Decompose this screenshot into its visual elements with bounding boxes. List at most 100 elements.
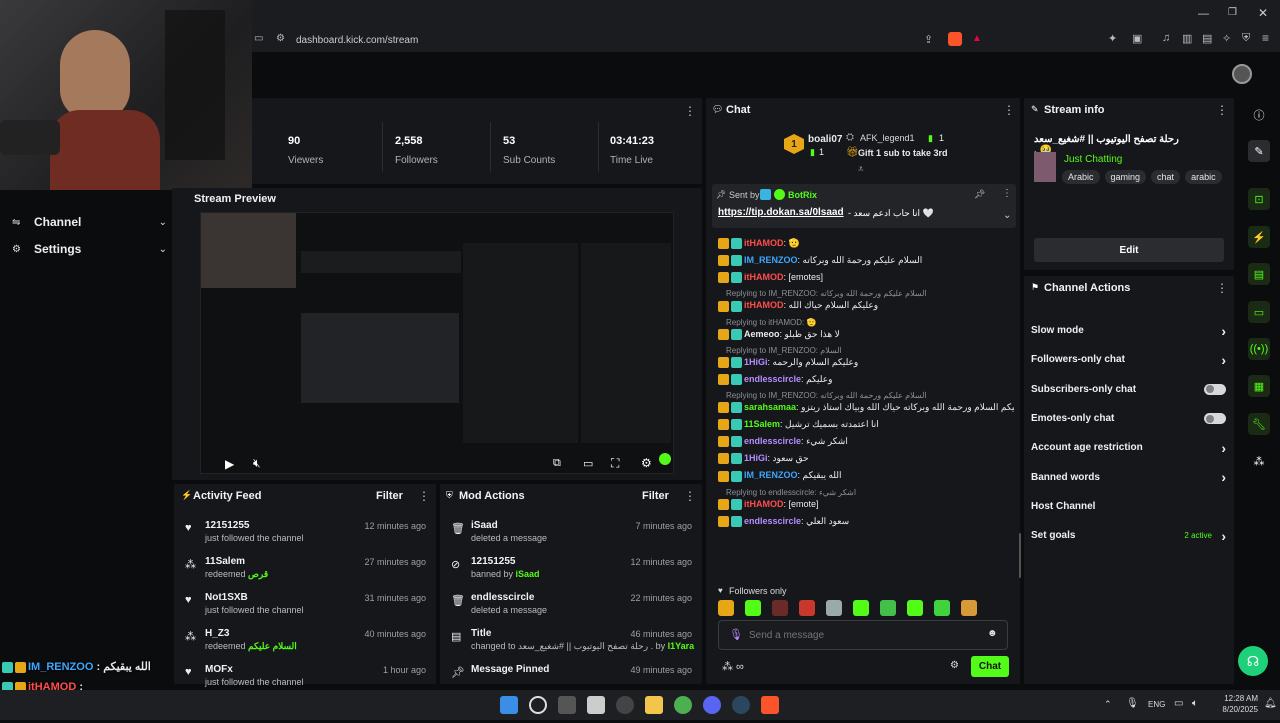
- channel-action-row[interactable]: Host Channel: [1031, 492, 1226, 521]
- chat-message[interactable]: Replying to itHAMOD: 🫡 Aemeoo: لا هذا حق …: [718, 318, 1014, 340]
- play-icon[interactable]: ▶: [225, 457, 234, 471]
- channel-action-row[interactable]: Subscribers-only chat: [1031, 375, 1226, 404]
- emote-icon[interactable]: [934, 600, 950, 616]
- chat-input-box[interactable]: 🎙︎ ☻: [718, 620, 1008, 650]
- task-view-icon[interactable]: [558, 696, 576, 714]
- brave-shield-icon[interactable]: [948, 32, 962, 46]
- chat-send-button[interactable]: Chat: [971, 656, 1009, 677]
- emote-icon[interactable]: [907, 600, 923, 616]
- obs-icon[interactable]: [616, 696, 634, 714]
- chat-username[interactable]: IM_RENZOO: [744, 470, 798, 480]
- file-explorer-icon[interactable]: [645, 696, 663, 714]
- info-icon[interactable]: ⓘ: [1248, 104, 1270, 126]
- moderator-name[interactable]: iSaad: [513, 569, 540, 579]
- network-icon[interactable]: ▭: [1174, 698, 1183, 709]
- notification-icon[interactable]: 🔔︎: [1264, 698, 1277, 709]
- emote-icon[interactable]: [853, 600, 869, 616]
- emote-icon[interactable]: [880, 600, 896, 616]
- unpin-icon[interactable]: 📌︎: [974, 189, 985, 200]
- steam-icon[interactable]: [732, 696, 750, 714]
- avatar[interactable]: [1232, 64, 1252, 84]
- maximize-icon[interactable]: ❐: [1228, 7, 1237, 18]
- support-icon[interactable]: ☊: [1238, 646, 1268, 676]
- chat-message[interactable]: itHAMOD: [emotes]: [718, 272, 1014, 284]
- chat-message[interactable]: Replying to endlesscircle: اشكر شيء itHAM…: [718, 488, 1014, 510]
- kebab-icon[interactable]: ⋮: [684, 104, 696, 118]
- emote-icon[interactable]: [826, 600, 842, 616]
- chat-username[interactable]: itHAMOD: [744, 238, 784, 248]
- list-item[interactable]: 🗑︎ endlesscircle deleted a message 22 minut…: [440, 590, 702, 626]
- chat-message[interactable]: endlesscircle: سعود العلي: [718, 516, 1014, 527]
- chat-bubble-icon[interactable]: ▭: [1248, 301, 1270, 323]
- toggle-switch[interactable]: [1204, 383, 1226, 395]
- sidebar-item-channel[interactable]: ⇋ Channel ⌄: [12, 214, 167, 230]
- document-icon[interactable]: ▤: [1248, 263, 1270, 285]
- chat-username[interactable]: endlesscircle: [744, 436, 801, 446]
- chat-message[interactable]: 1HiGi: حق سعود: [718, 453, 1014, 465]
- chat-message[interactable]: itHAMOD: 🫡: [718, 238, 1014, 250]
- activity-filter-button[interactable]: Filter: [376, 490, 403, 502]
- gift-prompt-button[interactable]: Gift 1 sub to take 3rd: [858, 148, 948, 158]
- kebab-icon[interactable]: ⋮: [1002, 188, 1012, 199]
- chat-username[interactable]: endlesscircle: [744, 516, 801, 526]
- pinned-sender[interactable]: BotRix: [788, 190, 817, 200]
- list-item[interactable]: ⊘ 12151255 banned by iSaad 12 minutes ago: [440, 554, 702, 590]
- kebab-icon[interactable]: ⋮: [1003, 103, 1015, 117]
- search-icon[interactable]: [529, 696, 547, 714]
- channel-action-row[interactable]: Account age restriction ›: [1031, 433, 1226, 462]
- chat-message[interactable]: Replying to IM_RENZOO: السلام عليكم ورحم…: [718, 289, 1014, 312]
- edit-button[interactable]: Edit: [1034, 238, 1224, 262]
- sidebar-item-settings[interactable]: ⚙ Settings ⌄: [12, 241, 167, 257]
- chat-message[interactable]: Replying to IM_RENZOO: السلام 1HiGi: وعلي…: [718, 346, 1014, 368]
- brave-icon[interactable]: [761, 696, 779, 714]
- broadcast-icon[interactable]: ((•)): [1248, 338, 1270, 360]
- pip-icon[interactable]: ⧉: [553, 457, 561, 470]
- chat-username[interactable]: endlesscircle: [744, 374, 801, 384]
- chat-username[interactable]: itHAMOD: [744, 300, 784, 310]
- close-icon[interactable]: ✕: [1258, 6, 1268, 20]
- tray-chevron-icon[interactable]: ⌃: [1104, 699, 1112, 710]
- chat-scrollbar[interactable]: [1019, 533, 1021, 578]
- kebab-icon[interactable]: ⋮: [1216, 281, 1228, 295]
- chat-username[interactable]: 1HiGi: [744, 453, 768, 463]
- sidebar-toggle-icon[interactable]: ▥: [1182, 32, 1192, 45]
- moderator-name[interactable]: I1Yara: [665, 641, 695, 651]
- emote-icon[interactable]: [772, 600, 788, 616]
- volume-icon[interactable]: 🔈︎: [1192, 698, 1198, 709]
- list-item[interactable]: ♥ 12151255 just followed the channel 12 min…: [174, 518, 436, 554]
- pinned-link[interactable]: https://tip.dokan.sa/0lsaad: [718, 207, 844, 218]
- mic-tray-icon[interactable]: 🎙︎: [1126, 698, 1139, 709]
- extensions-icon[interactable]: ✦: [1108, 32, 1117, 45]
- minimize-icon[interactable]: —: [1198, 8, 1209, 20]
- url-text[interactable]: dashboard.kick.com/stream: [296, 35, 418, 46]
- collapse-icon[interactable]: ⩡: [858, 164, 864, 175]
- emote-icon[interactable]: [745, 600, 761, 616]
- kebab-icon[interactable]: ⋮: [1216, 103, 1228, 117]
- camera-icon[interactable]: ⊡: [1248, 188, 1270, 210]
- emote-icon[interactable]: [718, 600, 734, 616]
- chat-message[interactable]: endlesscircle: وعليكم: [718, 374, 1014, 385]
- gear-icon[interactable]: ⚙: [641, 456, 652, 470]
- vpn-icon[interactable]: ⛨: [1242, 32, 1250, 45]
- menu-icon[interactable]: ≡: [1262, 31, 1269, 45]
- chevron-down-icon[interactable]: ⌄: [1003, 210, 1011, 221]
- chat-message[interactable]: IM_RENZOO: السلام عليكم ورحمة الله وبركا…: [718, 255, 1014, 267]
- list-item[interactable]: ♥ Not1SXB just followed the channel 31 minu…: [174, 590, 436, 626]
- chat-username[interactable]: sarahsamaa: [744, 402, 796, 412]
- microphone-icon[interactable]: 🎙︎: [729, 628, 743, 641]
- fullscreen-icon[interactable]: ⛶: [611, 456, 619, 471]
- windows-start-icon[interactable]: [500, 696, 518, 714]
- leaderboard-second-user[interactable]: AFK_legend1: [860, 133, 915, 143]
- chat-message[interactable]: Replying to IM_RENZOO: السلام عليكم ورحم…: [718, 391, 1014, 413]
- share-icon[interactable]: ⇪: [924, 33, 933, 46]
- screenshot-icon[interactable]: ▣: [1132, 32, 1142, 45]
- discord-icon[interactable]: [703, 696, 721, 714]
- channel-action-row[interactable]: Slow mode ›: [1031, 316, 1226, 345]
- channel-action-row[interactable]: Banned words ›: [1031, 462, 1226, 491]
- kebab-icon[interactable]: ⋮: [684, 489, 696, 503]
- wrench-icon[interactable]: 🔧︎: [1248, 413, 1270, 435]
- chat-username[interactable]: 1HiGi: [744, 357, 768, 367]
- edit-icon[interactable]: ✎: [1248, 140, 1270, 162]
- chat-username[interactable]: itHAMOD: [744, 499, 784, 509]
- tag-chip[interactable]: arabic: [1185, 170, 1222, 184]
